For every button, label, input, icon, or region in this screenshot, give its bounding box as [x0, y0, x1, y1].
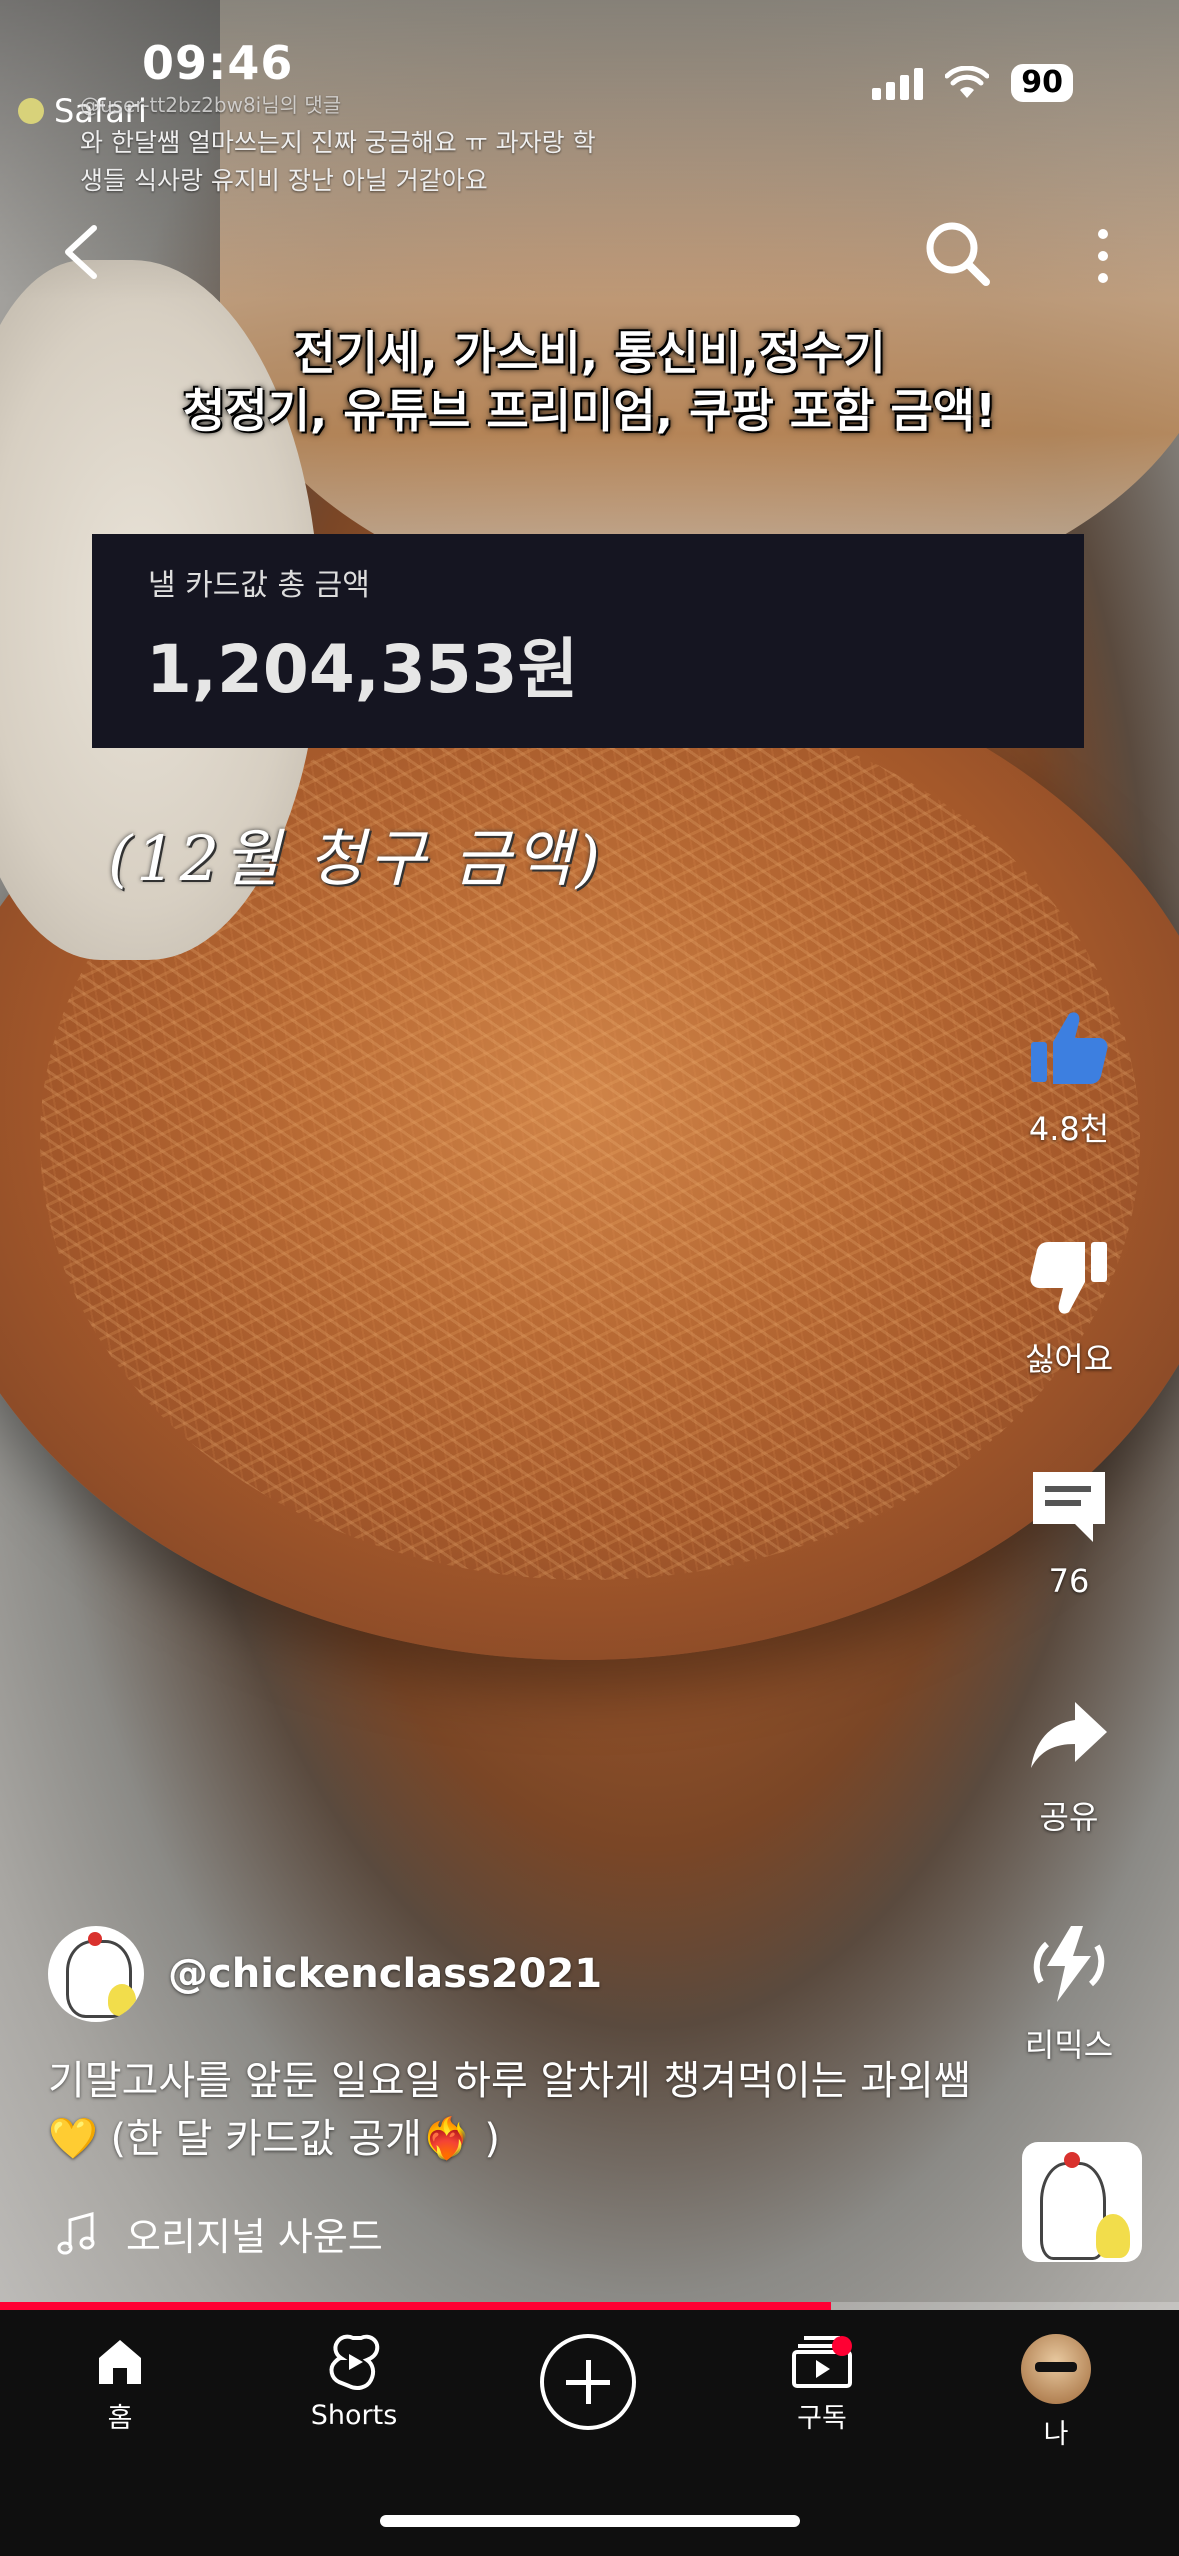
video-title[interactable]: 기말고사를 앞둔 일요일 하루 알차게 챙겨먹이는 과외쌤💛 (한 달 카드값 … — [48, 2052, 1008, 2168]
sound-label: 오리지널 사운드 — [126, 2215, 383, 2259]
remix-icon — [1033, 1926, 1105, 2002]
like-count: 4.8천 — [1028, 1110, 1110, 1148]
cellular-signal-icon — [872, 66, 924, 100]
sound-thumbnail[interactable] — [1022, 2142, 1142, 2262]
dislike-button[interactable]: 싫어요 — [999, 1236, 1139, 1380]
shorts-icon — [329, 2334, 380, 2390]
nav-shorts[interactable]: Shorts — [254, 2334, 454, 2431]
battery-indicator: 90 — [1011, 64, 1073, 102]
nav-me[interactable]: 나 — [956, 2334, 1156, 2451]
status-time: 09:46 — [142, 36, 294, 90]
nav-subscriptions[interactable]: 구독 — [722, 2334, 922, 2435]
remix-label: 리믹스 — [1024, 2026, 1114, 2064]
handwritten-note: (12월 청구 금액) — [108, 822, 604, 895]
share-label: 공유 — [1039, 1798, 1099, 1836]
channel-name[interactable]: @chickenclass2021 — [168, 1951, 602, 1997]
channel-avatar[interactable] — [48, 1926, 144, 2022]
comments-button[interactable]: 76 — [999, 1464, 1139, 1600]
comment-overlay: @user-tt2bz2bw8i님의 댓글 와 한달쌤 얼마쓰는지 진짜 궁금해… — [80, 86, 600, 200]
thumbs-up-icon — [1031, 1012, 1108, 1084]
caption-line-2: 청정기, 유튜브 프리미엄, 쿠팡 포함 금액! — [182, 384, 997, 438]
remix-button[interactable]: 리믹스 — [999, 1922, 1139, 2066]
like-button[interactable]: 4.8천 — [999, 1006, 1139, 1150]
comment-text: 와 한달쌤 얼마쓰는지 진짜 궁금해요 ㅠ 과자랑 학생들 식사랑 유지비 장난… — [80, 128, 596, 195]
card-total-amount: 1,204,353원 — [146, 631, 579, 708]
home-icon — [99, 2340, 141, 2384]
nav-me-label: 나 — [1043, 2419, 1069, 2450]
video-progress-fill — [0, 2302, 832, 2310]
back-app-icon — [18, 98, 44, 124]
status-icons: 90 — [872, 64, 1073, 102]
share-button[interactable]: 공유 — [999, 1694, 1139, 1838]
home-indicator — [380, 2515, 800, 2527]
comment-icon — [1033, 1472, 1105, 1542]
new-content-badge — [832, 2336, 852, 2356]
nav-subscriptions-label: 구독 — [797, 2403, 847, 2434]
user-avatar — [1021, 2334, 1091, 2404]
back-arrow-icon[interactable] — [56, 222, 106, 282]
comment-count: 76 — [1048, 1562, 1090, 1600]
card-total-box: 낼 카드값 총 금액 1,204,353원 — [92, 534, 1084, 748]
bottom-nav: 홈 Shorts 구독 나 — [0, 2310, 1179, 2556]
channel-row[interactable]: @chickenclass2021 — [48, 1926, 602, 2022]
share-icon — [1031, 1702, 1107, 1768]
comment-user: @user-tt2bz2bw8i님의 댓글 — [80, 93, 342, 117]
create-button[interactable] — [540, 2334, 636, 2430]
card-total-label: 낼 카드값 총 금액 — [148, 568, 370, 603]
video-caption: 전기세, 가스비, 통신비,정수기 청정기, 유튜브 프리미엄, 쿠팡 포함 금… — [0, 324, 1179, 440]
search-icon[interactable] — [922, 218, 992, 288]
nav-shorts-label: Shorts — [310, 2400, 398, 2431]
sound-row[interactable]: 오리지널 사운드 — [56, 2206, 383, 2261]
thumbs-down-icon — [1030, 1242, 1107, 1314]
nav-home-label: 홈 — [107, 2403, 133, 2434]
nav-home[interactable]: 홈 — [20, 2334, 220, 2435]
dislike-label: 싫어요 — [1024, 1340, 1114, 1378]
caption-line-1: 전기세, 가스비, 통신비,정수기 — [293, 326, 886, 380]
music-note-icon — [57, 2211, 95, 2254]
wifi-icon — [945, 66, 990, 98]
video-progress-bar[interactable] — [0, 2302, 1179, 2310]
more-vert-icon[interactable] — [1088, 226, 1118, 286]
